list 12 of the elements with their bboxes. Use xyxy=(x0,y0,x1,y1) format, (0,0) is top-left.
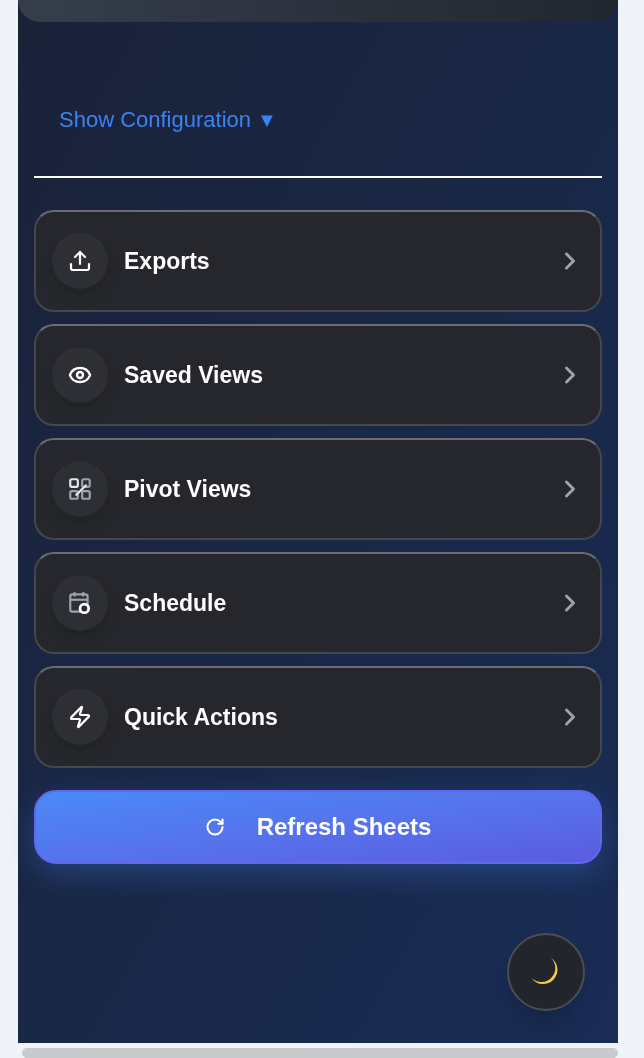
menu-item[interactable]: Exports xyxy=(34,210,602,312)
grid-icon xyxy=(67,476,93,502)
refresh-icon xyxy=(204,817,225,837)
menu-item[interactable]: Schedule xyxy=(34,552,602,654)
upload-icon xyxy=(68,249,92,273)
refresh-button[interactable]: Refresh Sheets xyxy=(34,790,602,864)
show-configuration-link[interactable]: Show Configuration ▼ xyxy=(59,109,277,131)
menu-item[interactable]: Quick Actions xyxy=(34,666,602,768)
calendar-clock-icon xyxy=(67,590,93,616)
menu-item[interactable]: Saved Views xyxy=(34,324,602,426)
lightning-icon xyxy=(68,705,92,729)
menu-item[interactable]: Pivot Views xyxy=(34,438,602,540)
